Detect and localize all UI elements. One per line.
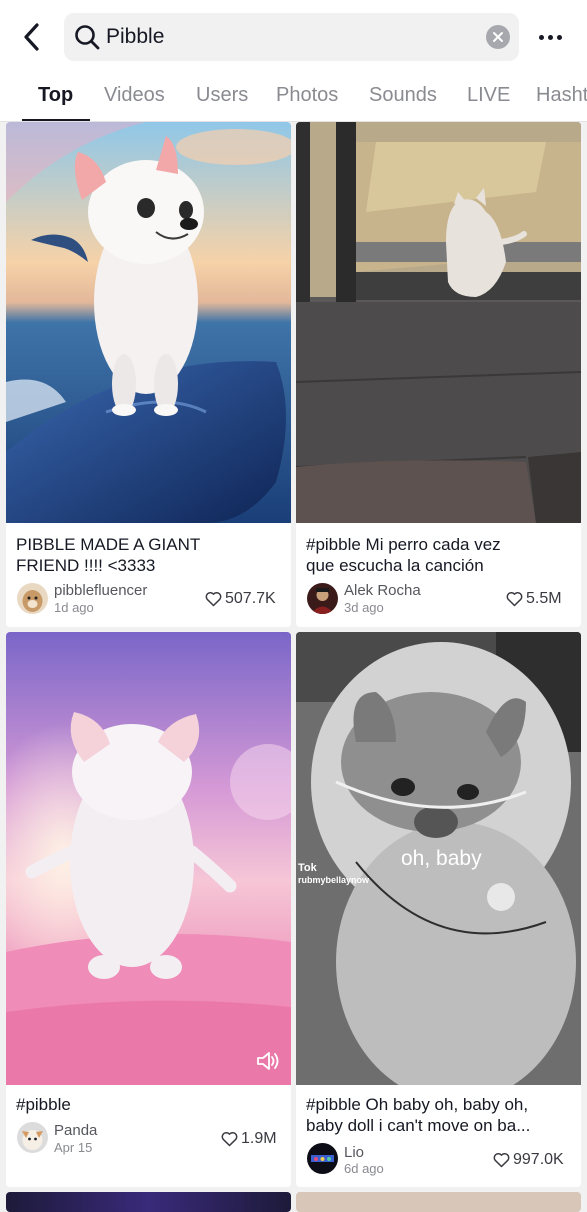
video-card[interactable]: #pibble Panda Apr 15 1.9M [6, 632, 291, 1187]
back-button[interactable] [14, 18, 48, 56]
watermark-logo: Tok [298, 862, 317, 874]
more-options-button[interactable] [532, 22, 568, 52]
tab-live[interactable]: LIVE [467, 84, 510, 107]
pibble-pink-image [6, 632, 291, 1085]
video-caption-overlay: oh, baby [401, 847, 482, 870]
watermark-handle: rubmybellaynow [298, 875, 370, 885]
like-count-value: 5.5M [526, 590, 562, 607]
video-title-line: #pibble [16, 1095, 71, 1114]
avatar[interactable] [307, 583, 338, 614]
like-count-value: 1.9M [241, 1130, 277, 1147]
like-count-value: 507.7K [225, 590, 276, 607]
video-title-line: PIBBLE MADE A GIANT [16, 535, 201, 554]
video-thumbnail[interactable]: oh, baby Tok rubmybellaynow [296, 632, 581, 1085]
search-box[interactable] [64, 13, 519, 61]
author-name[interactable]: pibblefluencer [54, 582, 147, 599]
heart-icon [221, 1131, 238, 1147]
like-count-value: 997.0K [513, 1151, 564, 1168]
tab-users[interactable]: Users [196, 84, 248, 107]
video-title[interactable]: PIBBLE MADE A GIANT FRIEND !!!! <3333 [16, 534, 284, 576]
clear-search-button[interactable] [486, 25, 510, 49]
close-icon [493, 32, 503, 42]
search-tabs: Top Videos Users Photos Sounds LIVE Hash… [0, 74, 587, 122]
pibble-ocean-image [6, 122, 291, 523]
dot-icon [547, 34, 553, 40]
like-count: 507.7K [205, 590, 276, 608]
video-title[interactable]: #pibble [16, 1094, 284, 1115]
heart-icon [506, 591, 523, 607]
dot-icon [556, 34, 562, 40]
search-icon [75, 25, 100, 50]
author-name[interactable]: Alek Rocha [344, 582, 421, 599]
top-bar [0, 0, 587, 74]
tab-sounds[interactable]: Sounds [369, 84, 437, 107]
dog-avatar-image [17, 583, 48, 614]
like-count: 997.0K [493, 1151, 564, 1169]
dog-avatar-image [17, 1122, 48, 1153]
video-title[interactable]: #pibble Oh baby oh, baby oh, baby doll i… [306, 1094, 574, 1136]
dog-window-image [296, 122, 581, 523]
video-title-line: baby doll i can't move on ba... [306, 1116, 531, 1135]
avatar[interactable] [17, 1122, 48, 1153]
video-thumbnail[interactable] [6, 632, 291, 1085]
author-name[interactable]: Lio [344, 1144, 364, 1161]
video-thumbnail[interactable] [6, 122, 291, 523]
author-name[interactable]: Panda [54, 1122, 97, 1139]
video-title-line: #pibble Oh baby oh, baby oh, [306, 1095, 529, 1114]
post-date: 3d ago [344, 600, 384, 615]
user-avatar-image [307, 583, 338, 614]
chevron-left-icon [24, 23, 39, 51]
video-card[interactable]: oh, baby Tok rubmybellaynow #pibble Oh b… [296, 632, 581, 1187]
dot-icon [538, 34, 544, 40]
heart-icon [205, 591, 222, 607]
video-card[interactable] [296, 1192, 581, 1212]
post-date: 1d ago [54, 600, 94, 615]
heart-icon [493, 1152, 510, 1168]
post-date: 6d ago [344, 1161, 384, 1176]
sound-icon[interactable] [255, 1050, 281, 1072]
video-title-line: que escucha la canción [306, 556, 484, 575]
like-count: 5.5M [506, 590, 562, 608]
tab-videos[interactable]: Videos [104, 84, 165, 107]
tab-top[interactable]: Top [38, 84, 73, 107]
video-card[interactable]: PIBBLE MADE A GIANT FRIEND !!!! <3333 pi… [6, 122, 291, 627]
video-title-line: FRIEND !!!! <3333 [16, 556, 156, 575]
tab-hashtags[interactable]: Hashtags [536, 84, 587, 107]
video-card[interactable]: #pibble Mi perro cada vez que escucha la… [296, 122, 581, 627]
avatar[interactable] [307, 1143, 338, 1174]
tab-photos[interactable]: Photos [276, 84, 338, 107]
search-input[interactable] [106, 21, 476, 53]
like-count: 1.9M [221, 1130, 277, 1148]
video-title-line: #pibble Mi perro cada vez [306, 535, 501, 554]
user-avatar-image [307, 1143, 338, 1174]
avatar[interactable] [17, 583, 48, 614]
video-title[interactable]: #pibble Mi perro cada vez que escucha la… [306, 534, 574, 576]
video-card[interactable] [6, 1192, 291, 1212]
video-thumbnail[interactable] [296, 122, 581, 523]
post-date: Apr 15 [54, 1140, 93, 1155]
